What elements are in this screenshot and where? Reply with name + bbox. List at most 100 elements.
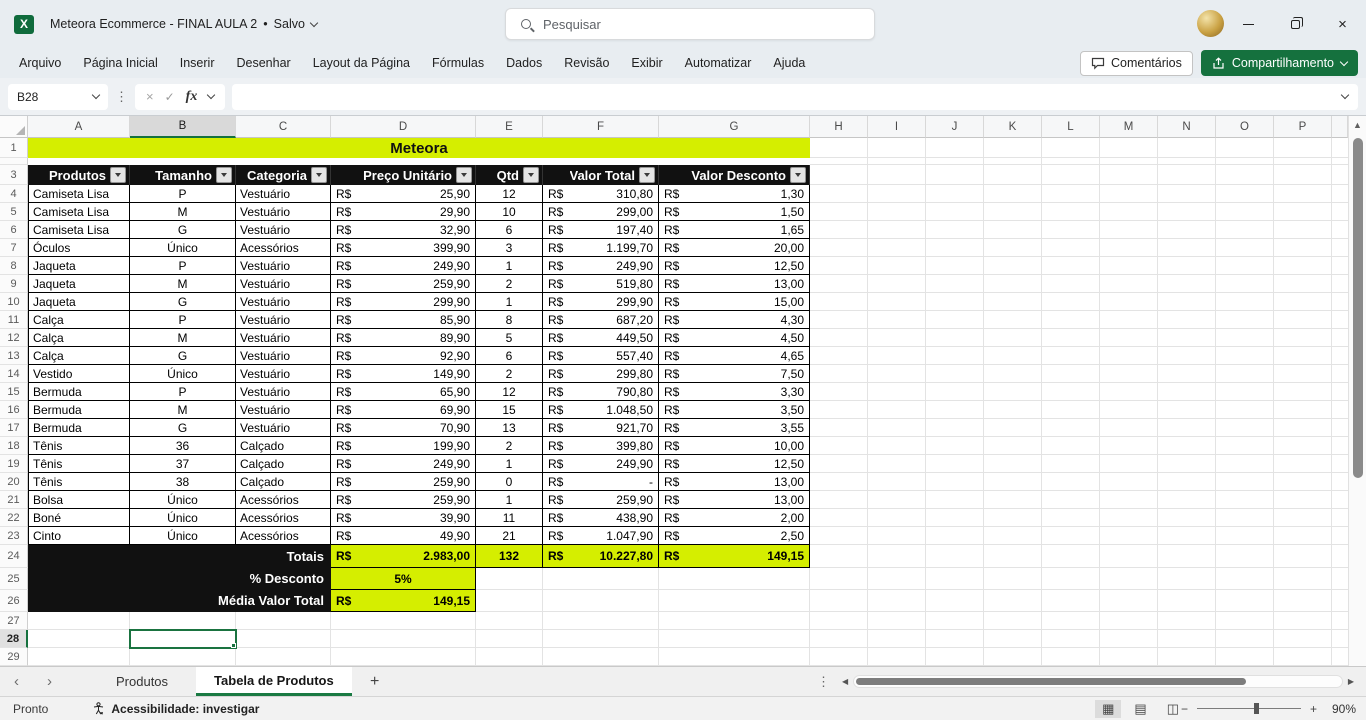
empty-cell[interactable] bbox=[810, 630, 868, 648]
empty-cell[interactable] bbox=[1100, 545, 1158, 568]
empty-cell[interactable] bbox=[810, 590, 868, 612]
empty-cell[interactable] bbox=[1100, 612, 1158, 630]
filter-button[interactable] bbox=[790, 167, 806, 183]
empty-cell[interactable] bbox=[1274, 138, 1332, 158]
empty-cell[interactable] bbox=[984, 185, 1042, 203]
scroll-right-icon[interactable]: ▶ bbox=[1348, 677, 1354, 686]
empty-cell[interactable] bbox=[810, 568, 868, 590]
cell[interactable]: R$ 2,00 bbox=[659, 509, 810, 527]
empty-cell[interactable] bbox=[926, 293, 984, 311]
empty-cell[interactable] bbox=[926, 158, 984, 165]
column-header[interactable]: M bbox=[1100, 116, 1158, 138]
empty-cell[interactable] bbox=[810, 138, 868, 158]
empty-cell[interactable] bbox=[28, 630, 130, 648]
empty-cell[interactable] bbox=[810, 527, 868, 545]
cell[interactable]: G bbox=[130, 221, 236, 239]
cell[interactable]: G bbox=[130, 419, 236, 437]
empty-cell[interactable] bbox=[1274, 347, 1332, 365]
empty-cell[interactable] bbox=[926, 612, 984, 630]
cell[interactable]: Vestuário bbox=[236, 203, 331, 221]
menu-tab[interactable]: Desenhar bbox=[225, 48, 301, 78]
empty-cell[interactable] bbox=[1332, 257, 1348, 275]
empty-cell[interactable] bbox=[1216, 473, 1274, 491]
empty-cell[interactable] bbox=[1042, 365, 1100, 383]
row-header[interactable]: 4 bbox=[0, 185, 28, 203]
column-header[interactable]: B bbox=[130, 116, 236, 138]
empty-cell[interactable] bbox=[810, 419, 868, 437]
cell[interactable]: R$ 3,30 bbox=[659, 383, 810, 401]
cell[interactable]: R$ 249,90 bbox=[543, 455, 659, 473]
empty-cell[interactable] bbox=[984, 437, 1042, 455]
empty-cell[interactable] bbox=[1216, 257, 1274, 275]
empty-cell[interactable] bbox=[1332, 612, 1348, 630]
cell[interactable]: Vestuário bbox=[236, 257, 331, 275]
cell[interactable]: R$ 32,90 bbox=[331, 221, 476, 239]
row-header[interactable]: 25 bbox=[0, 568, 28, 590]
cell[interactable]: R$ 13,00 bbox=[659, 491, 810, 509]
empty-cell[interactable] bbox=[984, 401, 1042, 419]
empty-cell[interactable] bbox=[1158, 455, 1216, 473]
menu-tab[interactable]: Ajuda bbox=[762, 48, 816, 78]
empty-cell[interactable] bbox=[1216, 568, 1274, 590]
sheet-title-cell[interactable]: Meteora bbox=[28, 138, 810, 158]
empty-cell[interactable] bbox=[1042, 293, 1100, 311]
empty-cell[interactable] bbox=[1274, 257, 1332, 275]
empty-cell[interactable] bbox=[1042, 275, 1100, 293]
empty-cell[interactable] bbox=[926, 138, 984, 158]
cell[interactable]: R$ 1.047,90 bbox=[543, 527, 659, 545]
cell[interactable]: P bbox=[130, 311, 236, 329]
cell[interactable]: Óculos bbox=[28, 239, 130, 257]
empty-cell[interactable] bbox=[984, 239, 1042, 257]
cell[interactable]: P bbox=[130, 185, 236, 203]
totals-cell[interactable]: R$ 2.983,00 bbox=[331, 545, 476, 568]
empty-cell[interactable] bbox=[868, 612, 926, 630]
cell[interactable]: Único bbox=[130, 365, 236, 383]
cell[interactable]: R$ 149,90 bbox=[331, 365, 476, 383]
filter-button[interactable] bbox=[523, 167, 539, 183]
cell[interactable]: Único bbox=[130, 527, 236, 545]
empty-cell[interactable] bbox=[984, 509, 1042, 527]
empty-cell[interactable] bbox=[476, 590, 543, 612]
empty-cell[interactable] bbox=[236, 648, 331, 666]
fill-handle[interactable] bbox=[231, 643, 236, 648]
empty-cell[interactable] bbox=[1274, 509, 1332, 527]
empty-cell[interactable] bbox=[1274, 455, 1332, 473]
empty-cell[interactable] bbox=[984, 347, 1042, 365]
empty-cell[interactable] bbox=[810, 365, 868, 383]
name-box[interactable]: B28 bbox=[8, 83, 108, 110]
cell[interactable]: R$ 199,90 bbox=[331, 437, 476, 455]
empty-cell[interactable] bbox=[236, 612, 331, 630]
empty-cell[interactable] bbox=[868, 221, 926, 239]
row-header[interactable]: 18 bbox=[0, 437, 28, 455]
empty-cell[interactable] bbox=[810, 473, 868, 491]
cell[interactable]: P bbox=[130, 383, 236, 401]
empty-cell[interactable] bbox=[1274, 545, 1332, 568]
empty-cell[interactable] bbox=[926, 437, 984, 455]
cell[interactable]: R$ 310,80 bbox=[543, 185, 659, 203]
table-header-cell[interactable]: Tamanho bbox=[130, 165, 236, 185]
empty-cell[interactable] bbox=[1042, 239, 1100, 257]
column-header[interactable]: O bbox=[1216, 116, 1274, 138]
empty-cell[interactable] bbox=[868, 365, 926, 383]
empty-cell[interactable] bbox=[659, 648, 810, 666]
cell[interactable]: 12 bbox=[476, 383, 543, 401]
cell[interactable]: 1 bbox=[476, 455, 543, 473]
empty-cell[interactable] bbox=[1216, 401, 1274, 419]
cell[interactable]: 37 bbox=[130, 455, 236, 473]
empty-cell[interactable] bbox=[1100, 329, 1158, 347]
empty-cell[interactable] bbox=[1332, 545, 1348, 568]
cell[interactable]: R$ 25,90 bbox=[331, 185, 476, 203]
select-all-corner[interactable] bbox=[0, 116, 28, 138]
empty-cell[interactable] bbox=[1100, 401, 1158, 419]
empty-cell[interactable] bbox=[868, 473, 926, 491]
cell[interactable]: Acessórios bbox=[236, 509, 331, 527]
row-header[interactable]: 20 bbox=[0, 473, 28, 491]
empty-cell[interactable] bbox=[1216, 455, 1274, 473]
empty-cell[interactable] bbox=[1332, 347, 1348, 365]
empty-cell[interactable] bbox=[1216, 347, 1274, 365]
empty-cell[interactable] bbox=[926, 185, 984, 203]
empty-cell[interactable] bbox=[1216, 365, 1274, 383]
empty-cell[interactable] bbox=[1216, 419, 1274, 437]
empty-cell[interactable] bbox=[1332, 491, 1348, 509]
empty-cell[interactable] bbox=[1216, 239, 1274, 257]
